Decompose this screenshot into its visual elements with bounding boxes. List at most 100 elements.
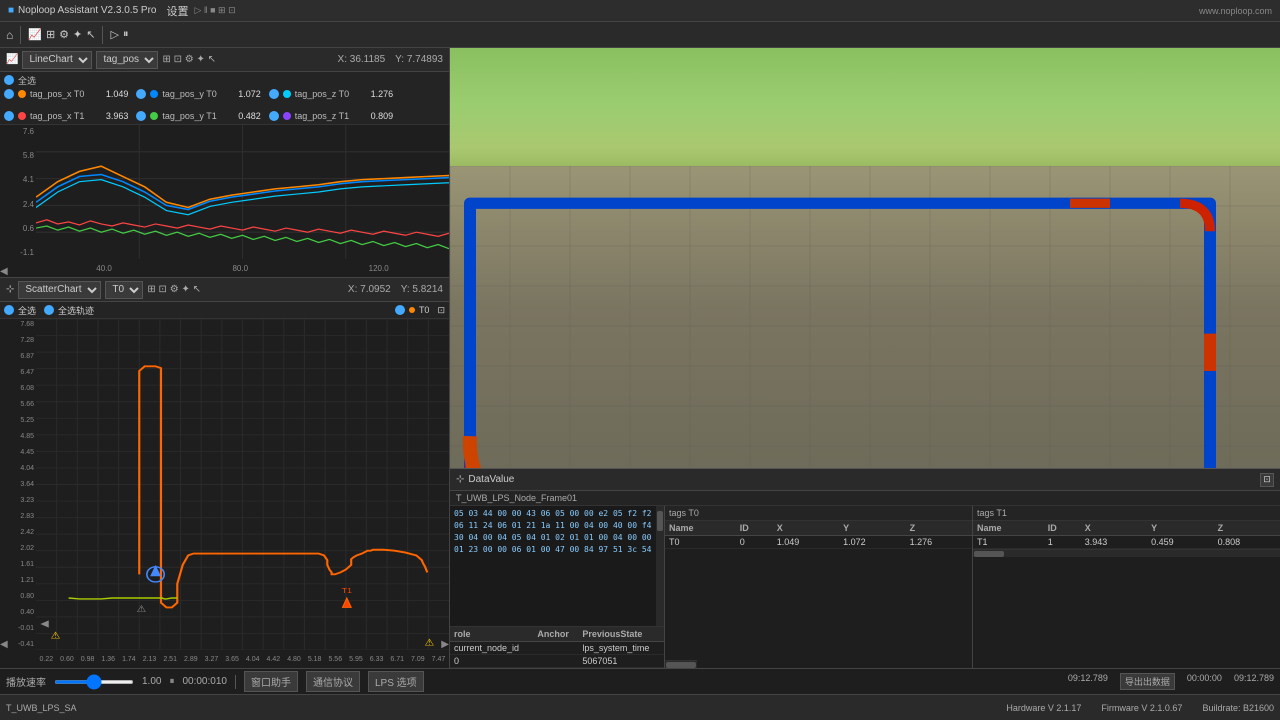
- linechart-scroll-left[interactable]: ◀: [0, 266, 8, 277]
- t1-scrollbar[interactable]: [973, 549, 1280, 557]
- scatter-plot-area: 7.687.286.876.476.085.665.254.854.454.04…: [0, 319, 449, 668]
- t0-scrollbar[interactable]: [665, 660, 697, 668]
- legend-row-0: tag_pos_x T0 1.049: [4, 87, 128, 101]
- linechart-x-axis: 40.080.0120.0: [36, 259, 449, 277]
- scatterchart-tag-select[interactable]: T0: [105, 281, 143, 299]
- legend-label-5: tag_pos_z T1: [295, 111, 349, 121]
- legend-label-0: tag_pos_x T0: [30, 89, 84, 99]
- data-panel-header: ⊹ DataValue ⊡: [450, 469, 1280, 491]
- status-time1: 09:12.789: [1068, 673, 1108, 690]
- scatterchart-toolbar-icons: ⊞ ⊡ ⚙ ✦ ↖: [147, 284, 201, 295]
- toolbar-icon-magic[interactable]: ✦: [73, 28, 82, 41]
- legend-check-all[interactable]: [4, 75, 14, 85]
- data-panel-minimize[interactable]: ⊡: [1260, 473, 1274, 487]
- legend-label-2: tag_pos_z T0: [295, 89, 349, 99]
- scatterchart-type-select[interactable]: ScatterChart: [18, 281, 101, 299]
- t0-col-x: X: [773, 521, 839, 536]
- legend-row-1: tag_pos_y T0 1.072: [136, 87, 260, 101]
- icons-row: ▷ ‖ ■ ⊞ ⊡: [194, 5, 235, 16]
- bottom-bar: T_UWB_LPS_SA Hardware V 2.1.17 Firmware …: [0, 694, 1280, 720]
- hex-scrollbar[interactable]: [656, 506, 664, 626]
- scatter-scroll-right[interactable]: ▶: [441, 639, 449, 650]
- app-logo: ■: [8, 5, 14, 16]
- speed-slider[interactable]: [54, 680, 134, 684]
- toolbar-icon-play[interactable]: ▷: [110, 28, 118, 41]
- t1-scrollbar-thumb[interactable]: [974, 551, 1004, 557]
- comm-protocol-btn[interactable]: 通信协议: [306, 671, 360, 692]
- legend-row-4: tag_pos_y T1 0.482: [136, 109, 260, 123]
- legend-check-2[interactable]: [269, 89, 279, 99]
- legend-check-0[interactable]: [4, 89, 14, 99]
- window-assistant-btn[interactable]: 窗口助手: [244, 671, 298, 692]
- t1-z: 0.808: [1214, 536, 1280, 549]
- t1-id: 1: [1044, 536, 1081, 549]
- toolbar-icon-table[interactable]: ⊞: [46, 28, 55, 41]
- scatter-check-all[interactable]: [4, 305, 14, 315]
- scatter-label-t0: T0: [419, 305, 430, 315]
- scatter-check-traj[interactable]: [44, 305, 54, 315]
- legend-dot-0: [18, 90, 26, 98]
- legend-label-all: 全选: [18, 74, 36, 87]
- hex-data: 05 03 44 00 00 43 06 05 00 00 e2 05 f2 f…: [454, 508, 660, 556]
- scatter-y-axis: 7.687.286.876.476.085.665.254.854.454.04…: [0, 319, 36, 650]
- svg-text:⚠: ⚠: [425, 638, 435, 648]
- legend-value-1: 1.072: [221, 89, 261, 99]
- scatter-check-t0[interactable]: [395, 305, 405, 315]
- col-role: role: [450, 627, 533, 642]
- table-row: 0 5067051: [450, 655, 664, 668]
- scatterchart-coord-x: X: 7.0952: [348, 284, 391, 295]
- t0-z: 1.276: [906, 536, 972, 549]
- play-icon[interactable]: ⏸: [169, 676, 174, 687]
- legend-value-5: 0.809: [353, 111, 393, 121]
- cell-role-1: 0: [450, 655, 533, 668]
- frame-label: T_UWB_LPS_Node_Frame01: [450, 491, 1280, 506]
- scatter-label-traj: 全选轨迹: [58, 304, 94, 317]
- t0-col-y: Y: [839, 521, 905, 536]
- scatter-scroll-left[interactable]: ◀: [0, 639, 8, 650]
- tags-t0-panel: tags T0 Name ID X Y Z T0: [665, 506, 973, 668]
- firmware-label: Firmware V 2.1.0.67: [1101, 703, 1182, 713]
- legend-check-1[interactable]: [136, 89, 146, 99]
- t0-col-z: Z: [906, 521, 972, 536]
- export-btn[interactable]: 导出出数据: [1120, 673, 1175, 690]
- lps-options-btn[interactable]: LPS 选项: [368, 671, 424, 692]
- legend-value-3: 3.963: [88, 111, 128, 121]
- toolbar-icon-chart[interactable]: 📈: [28, 28, 42, 41]
- legend-value-0: 1.049: [88, 89, 128, 99]
- scatterchart-coord-y: Y: 5.8214: [401, 284, 443, 295]
- legend-row-2: tag_pos_z T0 1.276: [269, 87, 393, 101]
- t1-table-row: T1 1 3.943 0.459 0.808: [973, 536, 1280, 549]
- legend-label-4: tag_pos_y T1: [162, 111, 216, 121]
- cell-role-0: current_node_id: [450, 642, 533, 655]
- col-prevstate: PreviousState: [578, 627, 664, 642]
- legend-dot-3: [18, 112, 26, 120]
- menu-settings[interactable]: 设置: [166, 3, 188, 19]
- toolbar-icon-settings[interactable]: ⚙: [59, 28, 69, 41]
- toolbar-icon-cursor[interactable]: ↖: [86, 28, 95, 41]
- legend-check-4[interactable]: [136, 111, 146, 121]
- scatter-legend: 全选 全选轨迹 T0 ⊡: [0, 302, 449, 319]
- legend-dot-2: [283, 90, 291, 98]
- node-label: T_UWB_LPS_SA: [6, 703, 77, 713]
- linechart-svg: [36, 125, 449, 259]
- status-right: 09:12.789 导出出数据 00:00:00 09:12.789: [1068, 673, 1274, 690]
- hex-panel: 05 03 44 00 00 43 06 05 00 00 e2 05 f2 f…: [450, 506, 665, 668]
- cell-prev-1: 5067051: [578, 655, 664, 668]
- scatterchart-icon: ⊹: [6, 284, 14, 295]
- t0-name: T0: [665, 536, 736, 549]
- legend-check-5[interactable]: [269, 111, 279, 121]
- linechart-type-select[interactable]: LineChart: [22, 51, 92, 69]
- hex-scrollbar-thumb[interactable]: [657, 511, 663, 531]
- t1-col-id: ID: [1044, 521, 1081, 536]
- toolbar-icon-home[interactable]: ⌂: [6, 28, 13, 42]
- t1-y: 0.459: [1147, 536, 1213, 549]
- legend-check-3[interactable]: [4, 111, 14, 121]
- svg-text:◀: ◀: [40, 619, 49, 629]
- t1-col-name: Name: [973, 521, 1044, 536]
- tags-t0-header: tags T0: [665, 506, 972, 521]
- scatter-label-all: 全选: [18, 304, 36, 317]
- linechart-tag-select[interactable]: tag_pos: [96, 51, 158, 69]
- hardware-label: Hardware V 2.1.17: [1006, 703, 1081, 713]
- legend-label-3: tag_pos_x T1: [30, 111, 84, 121]
- toolbar-icon-pause[interactable]: ⏸: [123, 28, 129, 41]
